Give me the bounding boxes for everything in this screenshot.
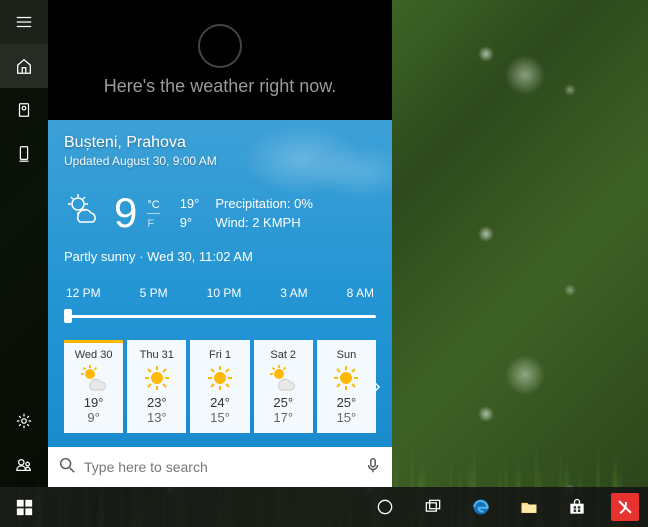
pinned-app-red[interactable]	[602, 487, 648, 527]
weather-location: Bușteni, Prahova	[64, 134, 376, 152]
day-low: 13°	[129, 410, 184, 425]
hourly-slider[interactable]: 12 PM 5 PM 10 PM 3 AM 8 AM	[64, 286, 376, 326]
sunny-icon	[205, 363, 235, 393]
notebook-button[interactable]	[0, 88, 48, 132]
settings-button[interactable]	[0, 399, 48, 443]
slider-thumb[interactable]	[64, 309, 72, 323]
forecast-day[interactable]: Wed 30 19° 9°	[64, 340, 123, 433]
day-name: Sat 2	[256, 349, 311, 361]
precipitation: Precipitation: 0%	[215, 196, 313, 211]
sunny-icon	[142, 363, 172, 393]
taskbar	[0, 487, 648, 527]
daily-forecast: Wed 30 19° 9°Thu 31 23° 13°Fri 1 24° 15°…	[64, 340, 376, 433]
cortana-message: Here's the weather right now.	[104, 76, 337, 97]
day-low: 15°	[319, 410, 374, 425]
sunny-icon	[331, 363, 361, 393]
windows-icon	[16, 499, 33, 516]
wind: Wind: 2 KMPH	[215, 215, 313, 230]
cortana-circle-button[interactable]	[362, 487, 408, 527]
feedback-button[interactable]	[0, 443, 48, 487]
store-app[interactable]	[554, 487, 600, 527]
day-name: Fri 1	[192, 349, 247, 361]
weather-card[interactable]: Bușteni, Prahova Updated August 30, 9:00…	[48, 120, 392, 447]
day-high: 19°	[66, 395, 121, 410]
condition-line: Partly sunny · Wed 30, 11:02 AM	[64, 249, 376, 264]
home-button[interactable]	[0, 44, 48, 88]
hour-label: 5 PM	[140, 286, 168, 300]
day-high: 24°	[192, 395, 247, 410]
taskbar-search-area[interactable]	[48, 487, 356, 527]
weather-updated: Updated August 30, 9:00 AM	[64, 154, 376, 168]
cortana-panel: Here's the weather right now. Bușteni, P…	[48, 0, 392, 487]
menu-button[interactable]	[0, 0, 48, 44]
day-name: Thu 31	[129, 349, 184, 361]
start-button[interactable]	[0, 487, 48, 527]
search-icon	[58, 456, 76, 479]
day-low: 9°	[66, 410, 121, 425]
file-explorer-app[interactable]	[506, 487, 552, 527]
task-view-button[interactable]	[410, 487, 456, 527]
current-conditions: 9 °C F 19° 9° Precipitation: 0% Wind: 2 …	[64, 190, 376, 235]
forecast-day[interactable]: Sat 2 25° 17°	[254, 340, 313, 433]
today-high: 19°	[180, 196, 200, 211]
hour-label: 12 PM	[66, 286, 101, 300]
partly-sunny-icon	[64, 190, 104, 235]
day-high: 25°	[256, 395, 311, 410]
hour-label: 10 PM	[207, 286, 242, 300]
current-temp: 9	[114, 192, 137, 234]
edge-app[interactable]	[458, 487, 504, 527]
hour-label: 8 AM	[347, 286, 374, 300]
partly-icon	[268, 363, 298, 393]
partly-icon	[79, 363, 109, 393]
day-name: Sun	[319, 349, 374, 361]
day-high: 23°	[129, 395, 184, 410]
cortana-search-bar[interactable]	[48, 447, 392, 487]
microphone-icon[interactable]	[364, 456, 382, 479]
cortana-header: Here's the weather right now.	[48, 0, 392, 120]
forecast-day[interactable]: Thu 31 23° 13°	[127, 340, 186, 433]
cortana-left-rail	[0, 0, 48, 487]
search-input[interactable]	[84, 459, 356, 475]
forecast-next-button[interactable]	[366, 376, 388, 398]
forecast-day[interactable]: Fri 1 24° 15°	[190, 340, 249, 433]
slider-track	[64, 315, 376, 318]
cortana-ring-icon	[198, 24, 242, 68]
day-name: Wed 30	[66, 349, 121, 361]
day-low: 15°	[192, 410, 247, 425]
unit-toggle[interactable]: °C F	[147, 199, 159, 230]
hour-label: 3 AM	[280, 286, 307, 300]
devices-button[interactable]	[0, 132, 48, 176]
day-low: 17°	[256, 410, 311, 425]
today-low: 9°	[180, 215, 200, 230]
